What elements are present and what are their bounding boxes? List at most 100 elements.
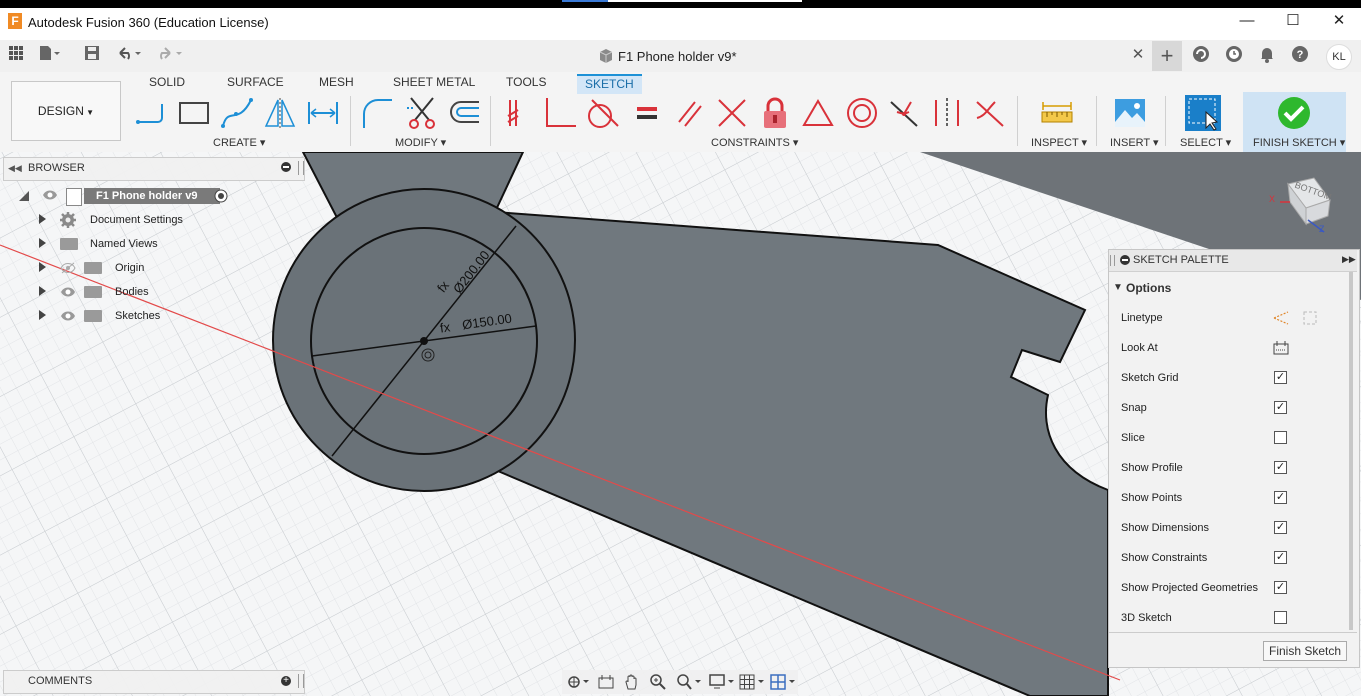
browser-root-component[interactable]: F1 Phone holder v9 [84,188,220,204]
insert-menu[interactable]: INSERT ▾ [1110,136,1159,149]
options-collapse-icon[interactable]: ▼ [1113,282,1123,293]
browser-minimize-icon[interactable] [281,162,291,172]
mirror-tool-icon[interactable] [263,96,297,130]
trim-scissors-icon[interactable] [405,96,439,130]
look-at-icon[interactable] [1272,340,1290,359]
help-icon[interactable]: ? [1290,45,1310,65]
fix-lock-icon[interactable] [758,96,792,130]
root-collapse-icon[interactable] [18,190,30,205]
3d-sketch-checkbox[interactable] [1274,611,1287,624]
zoom-icon[interactable] [649,673,667,694]
display-settings-icon[interactable] [708,673,736,694]
collinear-constraint-icon[interactable] [715,96,749,130]
fillet-tool-icon[interactable] [360,96,394,130]
comments-resize-handle[interactable] [298,674,304,688]
select-menu[interactable]: SELECT ▾ [1180,136,1231,149]
browser-item-origin[interactable]: Origin [115,262,144,282]
symmetric-constraint-icon[interactable] [930,96,964,130]
perpendicular-constraint-icon[interactable] [544,96,578,130]
browser-item-document-settings[interactable]: Document Settings [90,214,183,234]
tab-sketch[interactable]: SKETCH [577,74,642,94]
expand-origin-icon[interactable] [39,262,46,272]
tab-mesh[interactable]: MESH [311,74,362,92]
workspace-switcher[interactable]: DESIGN ▼ [11,81,121,141]
line-tool-icon[interactable] [134,96,168,130]
add-comment-icon[interactable]: + [281,676,291,686]
minimize-button[interactable]: — [1237,11,1257,31]
show-projected-geometries-checkbox[interactable]: ✓ [1274,581,1287,594]
measure-ruler-icon[interactable] [1040,96,1074,130]
insert-image-icon[interactable] [1113,96,1147,130]
palette-finish-sketch-button[interactable]: Finish Sketch [1263,641,1347,661]
browser-item-sketches[interactable]: Sketches [115,310,160,330]
user-avatar[interactable]: KL [1326,44,1352,70]
coincident-constraint-icon[interactable] [502,96,536,130]
tab-surface[interactable]: SURFACE [219,74,292,92]
spline-tool-icon[interactable] [220,96,254,130]
expand-sketches-icon[interactable] [39,310,46,320]
undo-icon[interactable] [116,45,141,65]
snap-checkbox[interactable]: ✓ [1274,401,1287,414]
palette-minimize-icon[interactable] [1120,255,1130,265]
tab-sheet-metal[interactable]: SHEET METAL [385,74,483,92]
eye-hidden-icon[interactable] [60,262,76,277]
save-icon[interactable] [82,45,102,65]
sketch-dimension-icon[interactable] [306,96,340,130]
new-tab-button[interactable]: + [1152,41,1182,71]
palette-drag-handle[interactable] [1110,255,1115,266]
eye-icon[interactable] [42,189,58,204]
midpoint-constraint-icon[interactable] [887,96,921,130]
tangent-constraint-icon[interactable] [586,96,620,130]
browser-resize-handle[interactable] [298,161,304,175]
tab-tools[interactable]: TOOLS [498,74,554,92]
select-tool-icon[interactable] [1184,94,1222,132]
browser-item-named-views[interactable]: Named Views [90,238,158,258]
expand-named-views-icon[interactable] [39,238,46,248]
modify-menu[interactable]: MODIFY ▾ [395,136,446,149]
tab-solid[interactable]: SOLID [141,74,193,92]
curvature-constraint-icon[interactable] [973,96,1007,130]
eye-icon[interactable] [60,286,76,301]
file-menu-icon[interactable] [38,45,60,65]
palette-scrollbar[interactable] [1349,272,1353,630]
concentric-constraint-icon[interactable] [845,96,879,130]
job-status-clock-icon[interactable] [1224,45,1244,65]
maximize-button[interactable]: ☐ [1283,11,1303,31]
data-panel-grid-icon[interactable] [6,45,26,65]
equal-constraint-icon[interactable] [630,96,664,130]
look-at-nav-icon[interactable] [597,674,615,693]
close-document-button[interactable]: ✕ [1128,45,1148,65]
show-points-checkbox[interactable]: ✓ [1274,491,1287,504]
expand-bodies-icon[interactable] [39,286,46,296]
collapse-browser-icon[interactable]: ◀◀ [8,163,22,174]
browser-item-bodies[interactable]: Bodies [115,286,149,306]
parallel-constraint-icon[interactable] [673,96,707,130]
redo-icon[interactable] [156,45,182,65]
symmetry-triangle-icon[interactable] [801,96,835,130]
orbit-icon[interactable] [566,674,590,693]
palette-expand-icon[interactable]: ▶▶ [1342,254,1356,265]
show-constraints-checkbox[interactable]: ✓ [1274,551,1287,564]
expand-document-settings-icon[interactable] [39,214,46,224]
show-dimensions-checkbox[interactable]: ✓ [1274,521,1287,534]
constraints-menu[interactable]: CONSTRAINTS ▾ [711,136,798,149]
slice-checkbox[interactable] [1274,431,1287,444]
construction-linetype-icon[interactable] [1272,310,1290,329]
centerline-linetype-icon[interactable] [1302,310,1318,329]
finish-checkmark-icon[interactable] [1277,96,1311,133]
activate-radio-icon[interactable] [214,189,228,206]
sketch-grid-checkbox[interactable]: ✓ [1274,371,1287,384]
grid-settings-icon[interactable] [738,673,766,694]
create-menu[interactable]: CREATE ▾ [213,136,265,149]
inspect-menu[interactable]: INSPECT ▾ [1031,136,1087,149]
finish-sketch-menu[interactable]: FINISH SKETCH ▾ [1253,136,1345,149]
show-profile-checkbox[interactable]: ✓ [1274,461,1287,474]
fit-zoom-icon[interactable] [675,673,703,694]
notifications-bell-icon[interactable] [1257,45,1277,65]
offset-tool-icon[interactable] [447,96,481,130]
viewports-icon[interactable] [769,673,797,694]
pan-hand-icon[interactable] [623,673,641,694]
window-close-button[interactable]: ✕ [1329,11,1349,31]
extensions-icon[interactable] [1191,45,1211,65]
rectangle-tool-icon[interactable] [177,96,211,130]
